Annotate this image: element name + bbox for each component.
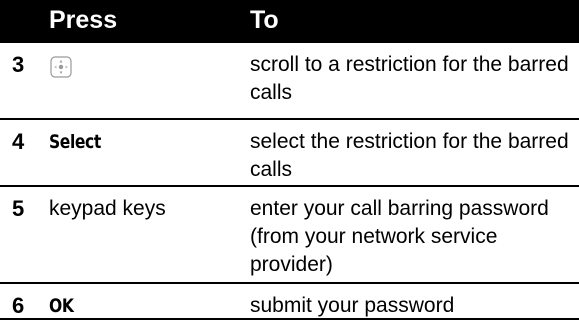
press-label: keypad keys — [49, 197, 166, 220]
table-row: 5 keypad keys enter your call barring pa… — [0, 187, 579, 284]
table-row: 6 OK submit your password — [0, 284, 579, 320]
step-number: 5 — [12, 196, 25, 221]
step-number: 3 — [12, 52, 25, 77]
table-row: 3 scroll to a restriction for the barred… — [0, 43, 579, 120]
table-header: Press To — [0, 0, 579, 43]
step-description: enter your call barring password (from y… — [250, 197, 549, 276]
step-description: select the restriction for the barred ca… — [250, 130, 569, 181]
step-number: 6 — [12, 293, 25, 318]
press-column-header: Press — [49, 6, 118, 34]
step-description: scroll to a restriction for the barred c… — [250, 53, 569, 104]
table-row: 4 Select select the restriction for the … — [0, 120, 579, 187]
instruction-table: Press To 3 scroll to a restriction for t… — [0, 0, 579, 320]
ok-key-label: OK — [49, 295, 74, 317]
navigation-key-icon — [50, 56, 72, 78]
step-description: submit your password — [250, 294, 455, 317]
step-number: 4 — [12, 129, 25, 154]
select-key-label: Select — [49, 131, 101, 153]
to-column-header: To — [250, 6, 279, 34]
